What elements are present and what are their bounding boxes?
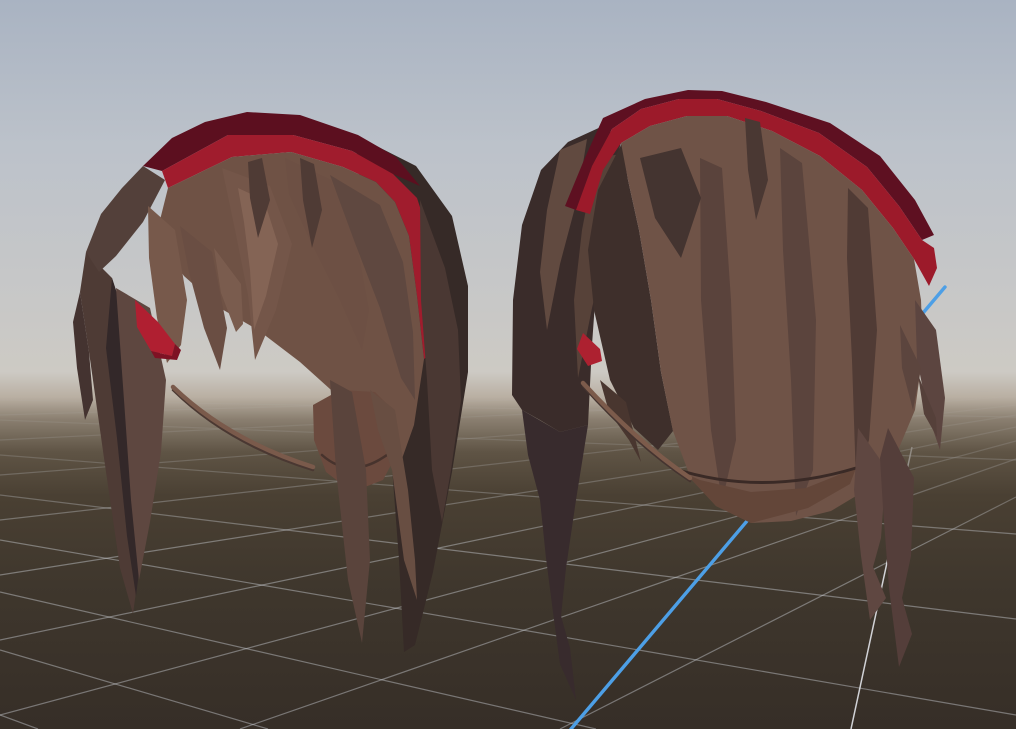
scene-canvas [0, 0, 1016, 729]
3d-viewport[interactable] [0, 0, 1016, 729]
